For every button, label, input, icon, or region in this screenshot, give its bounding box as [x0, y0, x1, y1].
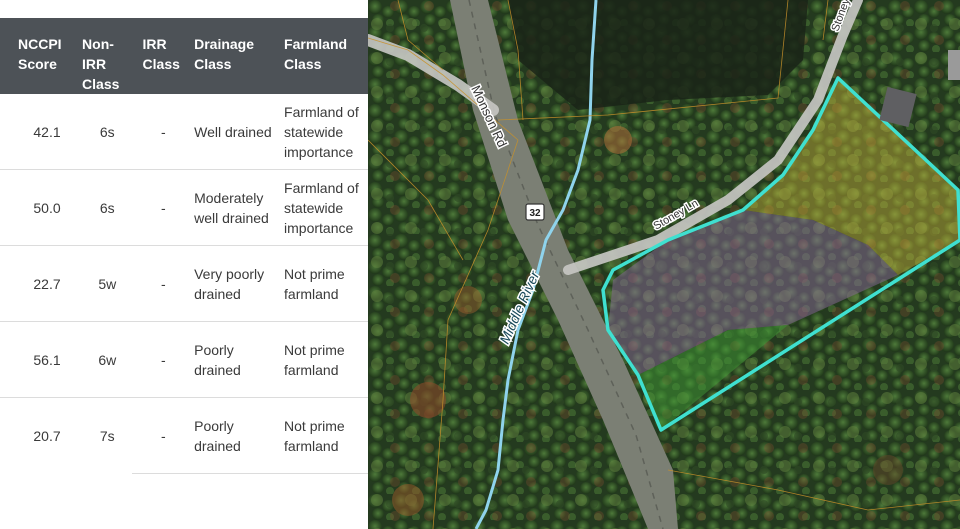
- cell-drainage: Moderately well drained: [188, 169, 279, 246]
- table-row[interactable]: 50.0 6s - Moderately well drained Farmla…: [0, 169, 368, 246]
- autumn-foliage: [454, 286, 482, 314]
- autumn-foliage: [873, 455, 903, 485]
- cell-nccpi: 22.7: [0, 245, 77, 322]
- building-rooftop: [948, 50, 960, 80]
- cell-nccpi: 42.1: [0, 94, 77, 170]
- cell-nccpi: 20.7: [0, 397, 77, 474]
- table-header-row: NCCPI Score Non-IRR Class IRR Class Drai…: [0, 18, 368, 94]
- cell-non-irr: 5w: [76, 245, 137, 322]
- panel-footer-blank: [0, 468, 132, 529]
- cell-drainage: Well drained: [188, 94, 279, 170]
- cell-irr: -: [136, 245, 189, 322]
- cell-nccpi: 56.1: [0, 321, 77, 398]
- table-row[interactable]: 56.1 6w - Poorly drained Not prime farml…: [0, 321, 368, 398]
- cell-farmland: Not prime farmland: [278, 397, 368, 474]
- map-canvas[interactable]: Monson Rd Stoney Ln Stoney Middle River …: [368, 0, 960, 529]
- cell-irr: -: [136, 397, 189, 474]
- soil-properties-table: NCCPI Score Non-IRR Class IRR Class Drai…: [0, 18, 368, 474]
- cell-farmland: Not prime farmland: [278, 245, 368, 322]
- autumn-foliage: [410, 382, 446, 418]
- header-non-irr-class[interactable]: Non-IRR Class: [76, 18, 137, 94]
- cell-drainage: Poorly drained: [188, 397, 279, 474]
- cell-nccpi: 50.0: [0, 169, 77, 246]
- autumn-foliage: [392, 484, 424, 516]
- cell-non-irr: 6w: [76, 321, 137, 398]
- header-irr-class[interactable]: IRR Class: [136, 18, 189, 94]
- route-shield-number: 32: [529, 208, 541, 219]
- cell-non-irr: 7s: [76, 397, 137, 474]
- cell-irr: -: [136, 321, 189, 398]
- header-farmland-class[interactable]: Farmland Class: [278, 18, 368, 94]
- route-shield: 32: [525, 203, 545, 221]
- cell-farmland: Farmland of statewide importance: [278, 94, 368, 170]
- cell-non-irr: 6s: [76, 169, 137, 246]
- soil-table-panel: NCCPI Score Non-IRR Class IRR Class Drai…: [0, 0, 368, 529]
- cell-drainage: Very poorly drained: [188, 245, 279, 322]
- header-nccpi-score[interactable]: NCCPI Score: [0, 18, 77, 94]
- cell-farmland: Not prime farmland: [278, 321, 368, 398]
- cell-drainage: Poorly drained: [188, 321, 279, 398]
- cell-non-irr: 6s: [76, 94, 137, 170]
- cell-irr: -: [136, 169, 189, 246]
- autumn-foliage: [604, 126, 632, 154]
- table-row[interactable]: 22.7 5w - Very poorly drained Not prime …: [0, 245, 368, 322]
- header-drainage-class[interactable]: Drainage Class: [188, 18, 279, 94]
- cell-farmland: Farmland of statewide importance: [278, 169, 368, 246]
- table-row[interactable]: 20.7 7s - Poorly drained Not prime farml…: [0, 397, 368, 474]
- satellite-map[interactable]: Monson Rd Stoney Ln Stoney Middle River …: [368, 0, 960, 529]
- cell-irr: -: [136, 94, 189, 170]
- table-row[interactable]: 42.1 6s - Well drained Farmland of state…: [0, 94, 368, 170]
